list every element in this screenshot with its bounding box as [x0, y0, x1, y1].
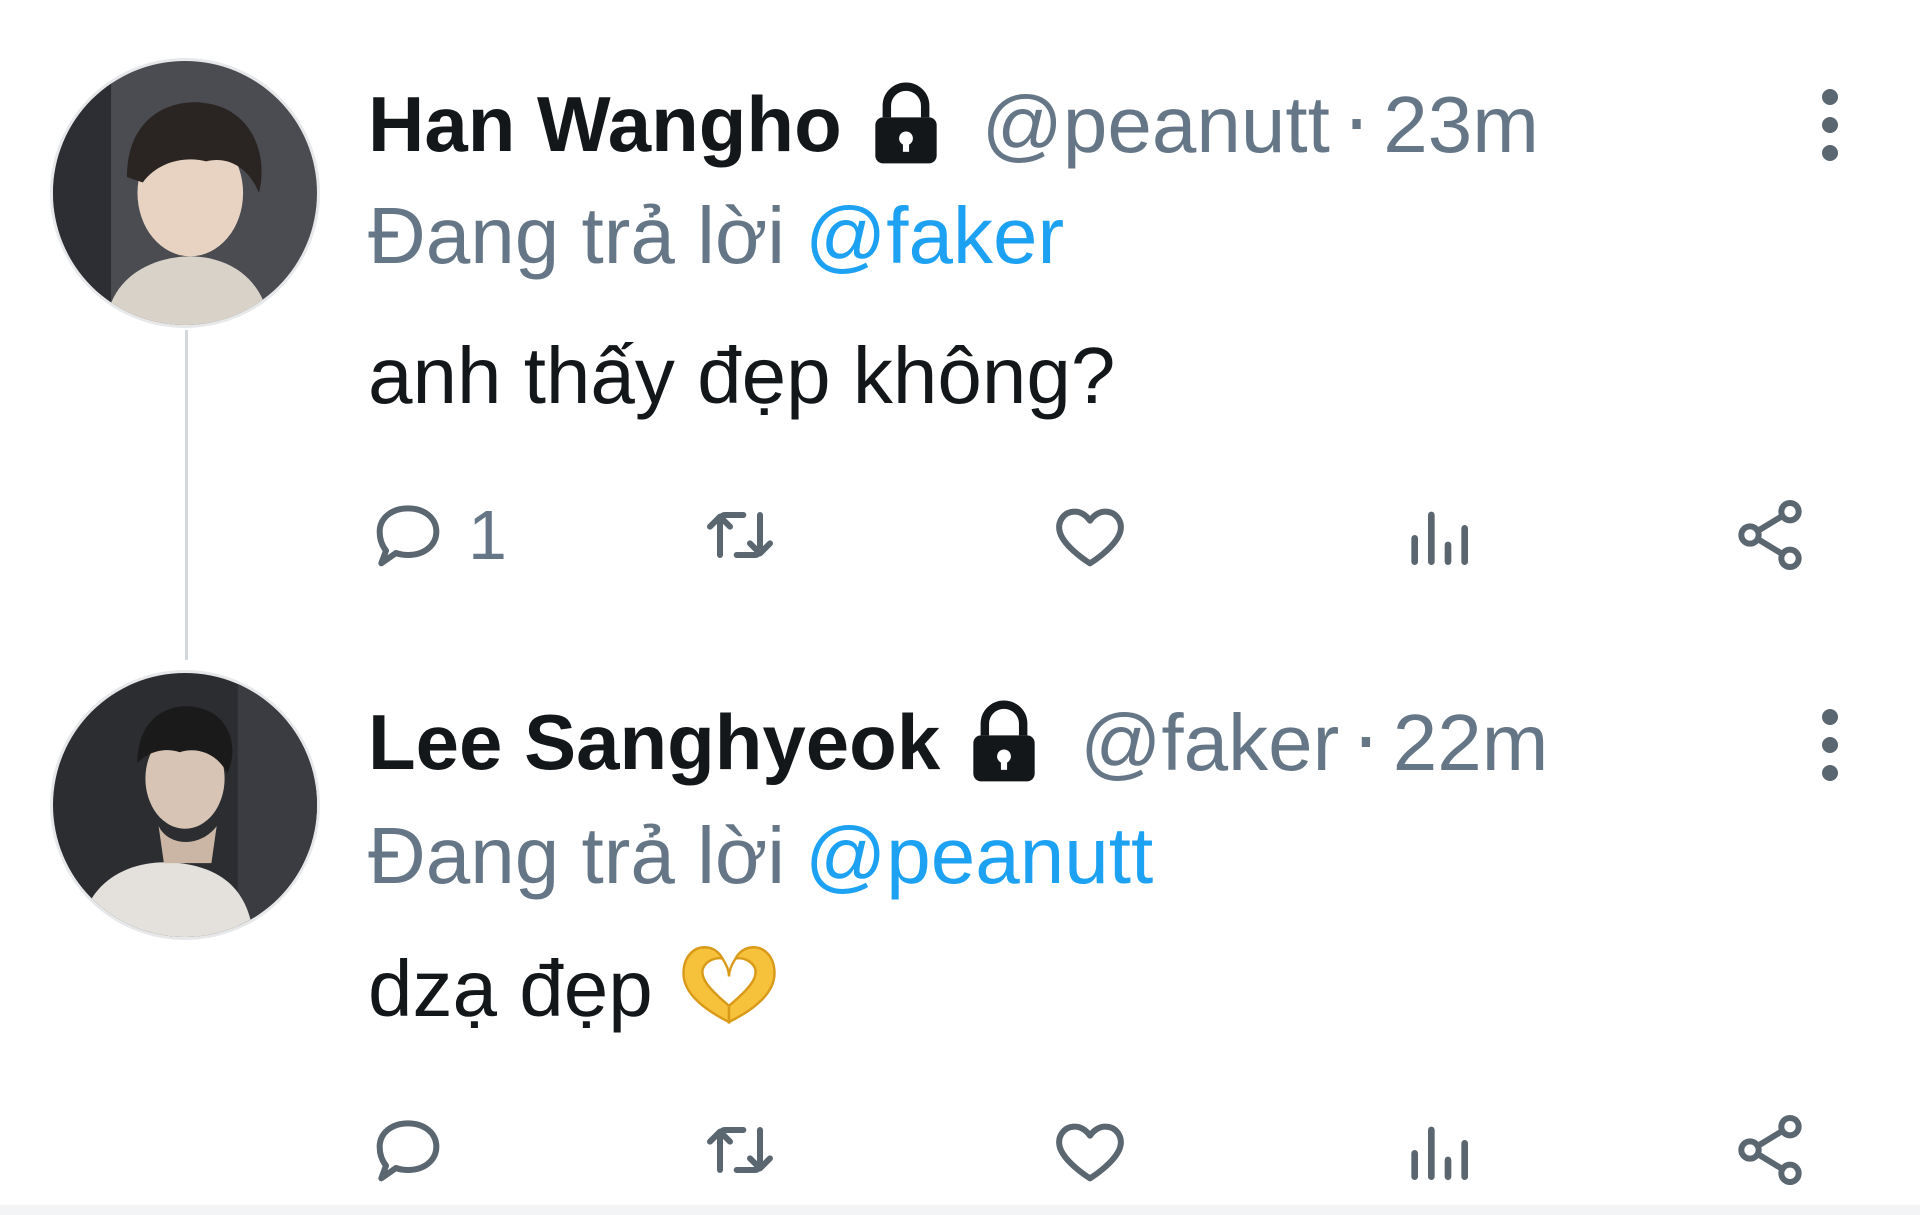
stats-icon	[1398, 1110, 1478, 1190]
tweet-text-content: anh thấy đẹp không?	[368, 331, 1116, 420]
replying-to-line: Đang trả lời @peanutt	[368, 810, 1153, 902]
reply-icon	[368, 1110, 448, 1190]
timestamp[interactable]: 23m	[1383, 79, 1539, 171]
mention-link[interactable]: @faker	[805, 191, 1064, 280]
action-bar: 1	[368, 490, 1848, 580]
author-handle[interactable]: @peanutt	[982, 79, 1330, 171]
author-name[interactable]: Lee Sanghyeok	[368, 697, 940, 788]
replying-to-label: Đang trả lời	[368, 811, 786, 900]
like-button[interactable]	[1050, 490, 1130, 580]
avatar-image-faker	[53, 673, 317, 937]
more-icon[interactable]	[1805, 70, 1855, 180]
retweet-button[interactable]	[700, 1105, 780, 1195]
tweet-text-content: dzạ đẹp	[368, 944, 653, 1033]
views-button[interactable]	[1398, 1105, 1478, 1195]
reply-icon	[368, 495, 448, 575]
timestamp[interactable]: 22m	[1393, 697, 1549, 789]
like-icon	[1050, 1110, 1130, 1190]
action-bar	[368, 1105, 1848, 1195]
avatar[interactable]	[50, 670, 320, 940]
like-button[interactable]	[1050, 1105, 1130, 1195]
tweet[interactable]: Lee Sanghyeok @faker · 22m Đang trả lời @…	[0, 640, 1920, 1215]
more-icon[interactable]	[1805, 690, 1855, 800]
reply-button[interactable]	[368, 1105, 468, 1195]
tweet-text: anh thấy đẹp không?	[368, 330, 1115, 422]
retweet-icon	[700, 1110, 780, 1190]
heart-hands-icon	[677, 940, 781, 1026]
separator-dot: ·	[1343, 78, 1370, 171]
share-button[interactable]	[1730, 490, 1810, 580]
reply-count: 1	[468, 496, 507, 574]
separator-dot: ·	[1353, 696, 1379, 789]
mention-link[interactable]: @peanutt	[805, 811, 1153, 900]
replying-to-line: Đang trả lời @faker	[368, 190, 1064, 282]
tweet-text: dzạ đẹp	[368, 940, 781, 1035]
like-icon	[1050, 495, 1130, 575]
replying-to-label: Đang trả lời	[368, 191, 786, 280]
stats-icon	[1398, 495, 1478, 575]
author-handle[interactable]: @faker	[1080, 697, 1339, 789]
avatar[interactable]	[50, 58, 320, 328]
lock-icon	[860, 79, 952, 171]
author-name[interactable]: Han Wangho	[368, 79, 842, 170]
lock-icon	[958, 697, 1050, 789]
avatar-image-peanutt	[53, 61, 317, 325]
views-button[interactable]	[1398, 490, 1478, 580]
share-button[interactable]	[1730, 1105, 1810, 1195]
tweet-header: Lee Sanghyeok @faker · 22m	[368, 696, 1548, 789]
retweet-button[interactable]	[700, 490, 780, 580]
tweet-header: Han Wangho @peanutt · 23m	[368, 78, 1539, 171]
retweet-icon	[700, 495, 780, 575]
reply-button[interactable]: 1	[368, 490, 507, 580]
share-icon	[1730, 1110, 1810, 1190]
share-icon	[1730, 495, 1810, 575]
divider	[0, 1205, 1920, 1215]
tweet[interactable]: Han Wangho @peanutt · 23m Đang trả lời @f…	[0, 0, 1920, 640]
